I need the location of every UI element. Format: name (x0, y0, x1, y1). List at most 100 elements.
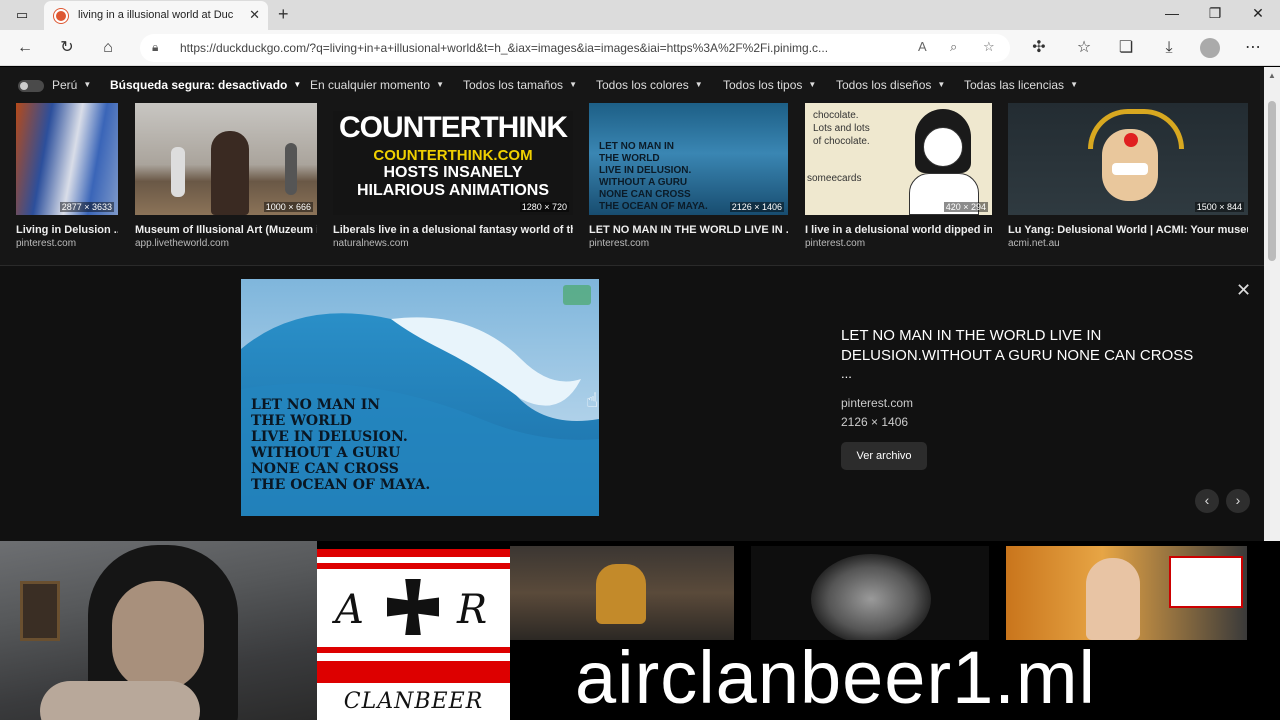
detail-dimensions: 2126 × 1406 (841, 415, 909, 429)
clan-logo: A R CLANBEER (317, 549, 510, 720)
safe-search-filter[interactable]: Búsqueda segura: desactivado ▼ (110, 78, 301, 92)
more-menu-icon[interactable]: ⋯ (1242, 38, 1264, 58)
brand-watermark: airclanbeer1.ml (575, 636, 1096, 719)
profile-avatar[interactable] (1200, 38, 1220, 58)
back-icon[interactable]: ← (14, 38, 36, 58)
image-dimensions: 1500 × 844 (1194, 202, 1244, 212)
image-text: HOSTS INSANELY (383, 164, 523, 181)
image-dimensions: 2126 × 1406 (729, 202, 784, 212)
tab-close-icon[interactable]: ✕ (249, 7, 260, 23)
chevron-down-icon: ▼ (694, 80, 703, 89)
downloads-icon[interactable]: ⤓ (1158, 38, 1180, 58)
image-text: WITHOUT A GURU (251, 445, 401, 461)
license-filter[interactable]: Todas las licencias ▼ (964, 78, 1078, 92)
image-result-source: app.livetheworld.com (135, 238, 229, 249)
image-text: COUNTERTHINK (339, 111, 568, 144)
read-aloud-icon[interactable]: A (918, 39, 927, 54)
favorites-icon[interactable]: ☆ (1073, 38, 1095, 58)
image-filter-bar: Perú ▼ Búsqueda segura: desactivado ▼ En c… (0, 67, 1264, 103)
image-text: THE WORLD (599, 153, 660, 164)
image-text: HILARIOUS ANIMATIONS (357, 182, 549, 199)
scroll-up-icon[interactable]: ▲ (1268, 71, 1276, 80)
image-result-thumbnail[interactable] (751, 546, 989, 640)
url-text[interactable]: https://duckduckgo.com/?q=living+in+a+il… (180, 41, 910, 55)
duckduckgo-favicon-icon (54, 9, 68, 23)
image-result-thumbnail[interactable]: 2877 × 3633 (16, 103, 118, 215)
new-tab-icon[interactable]: + (278, 4, 289, 25)
lock-icon[interactable]: 🔒︎ (152, 40, 158, 55)
image-text: THE OCEAN OF MAYA. (251, 477, 431, 493)
image-text: LET NO MAN IN (251, 397, 381, 413)
image-result-title[interactable]: Liberals live in a delusional fantasy wo… (333, 224, 573, 236)
tab-title: living in a illusional world at Duc (78, 9, 234, 21)
image-result-thumbnail[interactable]: chocolate. Lots and lots of chocolate. s… (805, 103, 992, 215)
maximize-icon[interactable]: ❐ (1205, 5, 1225, 22)
image-text: LIVE IN DELUSION. (599, 165, 692, 176)
image-result-title[interactable]: Living in Delusion ... (16, 224, 118, 236)
tab-actions-icon[interactable]: ▭ (12, 6, 32, 24)
webcam-overlay (0, 541, 317, 720)
window-close-icon[interactable]: ✕ (1248, 5, 1268, 22)
image-result-thumbnail[interactable]: LET NO MAN IN THE WORLD LIVE IN DELUSION… (589, 103, 788, 215)
layout-filter[interactable]: Todos los diseños ▼ (836, 78, 945, 92)
detail-title-ellipsis: ... (841, 366, 852, 381)
image-result-source: pinterest.com (16, 238, 77, 249)
browser-toolbar: ← ↻ ⌂ 🔒︎ https://duckduckgo.com/?q=livin… (0, 30, 1280, 66)
image-text: chocolate. (813, 110, 859, 121)
browser-tab[interactable]: living in a illusional world at Duc ✕ (44, 1, 268, 30)
chevron-down-icon: ▼ (436, 80, 444, 89)
image-result-source: pinterest.com (589, 238, 650, 249)
image-text: THE OCEAN OF MAYA. (599, 201, 708, 212)
image-result-title[interactable]: LET NO MAN IN THE WORLD LIVE IN ... (589, 224, 788, 236)
time-filter[interactable]: En cualquier momento ▼ (310, 78, 444, 92)
image-text: NONE CAN CROSS (251, 461, 399, 477)
chevron-down-icon: ▼ (83, 80, 92, 89)
image-result-title[interactable]: Museum of Illusional Art (Muzeum i... (135, 224, 317, 236)
image-result-title[interactable]: Lu Yang: Delusional World | ACMI: Your m… (1008, 224, 1248, 236)
favorite-add-icon[interactable]: ☆ (983, 39, 995, 55)
image-result-source: pinterest.com (805, 238, 866, 249)
image-text: THE WORLD (251, 413, 352, 429)
chevron-down-icon: ▼ (808, 80, 817, 89)
size-filter[interactable]: Todos los tamaños ▼ (463, 78, 577, 92)
image-result-thumbnail[interactable]: COUNTERTHINK COUNTERTHINK.COM HOSTS INSA… (333, 103, 573, 215)
image-dimensions: 2877 × 3633 (59, 202, 114, 212)
color-filter[interactable]: Todos los colores ▼ (596, 78, 703, 92)
detail-title[interactable]: LET NO MAN IN THE WORLD LIVE IN DELUSION… (841, 326, 1211, 366)
image-result-thumbnail[interactable]: 1500 × 844 (1008, 103, 1248, 215)
image-result-title[interactable]: I live in a delusional world dipped in..… (805, 224, 992, 236)
chevron-down-icon: ▼ (293, 80, 302, 89)
chevron-down-icon: ▼ (1070, 80, 1078, 89)
tab-strip: ▭ living in a illusional world at Duc ✕ … (0, 0, 1280, 30)
region-filter[interactable]: Perú ▼ (52, 78, 91, 92)
image-detail-panel: LET NO MAN IN THE WORLD LIVE IN DELUSION… (0, 265, 1264, 541)
image-dimensions: 1000 × 666 (263, 202, 313, 212)
home-icon[interactable]: ⌂ (97, 38, 119, 58)
reload-icon[interactable]: ↻ (56, 38, 78, 58)
image-result-source: naturalnews.com (333, 238, 409, 249)
image-text: of chocolate. (813, 136, 870, 147)
detail-image[interactable]: LET NO MAN IN THE WORLD LIVE IN DELUSION… (241, 279, 599, 516)
region-toggle[interactable] (18, 80, 44, 92)
image-text: Lots and lots (813, 123, 870, 134)
image-result-thumbnail[interactable] (1006, 546, 1247, 640)
image-text: LET NO MAN IN (599, 141, 674, 152)
view-file-button[interactable]: Ver archivo (841, 442, 927, 470)
image-result-thumbnail[interactable]: 1000 × 666 (135, 103, 317, 215)
logo-letter: R (457, 587, 488, 633)
address-bar[interactable]: 🔒︎ https://duckduckgo.com/?q=living+in+a… (140, 34, 1010, 62)
image-text: NONE CAN CROSS (599, 189, 691, 200)
image-result-thumbnail[interactable] (510, 546, 734, 640)
minimize-icon[interactable]: — (1162, 5, 1182, 21)
logo-letter: A (335, 587, 364, 633)
close-detail-icon[interactable]: ✕ (1236, 280, 1251, 301)
next-image-icon[interactable]: › (1226, 489, 1250, 513)
image-text: LIVE IN DELUSION. (251, 429, 408, 445)
chevron-down-icon: ▼ (937, 80, 946, 89)
zoom-icon[interactable]: ⌕ (950, 39, 957, 55)
extensions-icon[interactable]: ✣ (1028, 38, 1050, 58)
previous-image-icon[interactable]: ‹ (1195, 489, 1219, 513)
scroll-thumb[interactable] (1268, 101, 1276, 261)
collections-icon[interactable]: ❏ (1115, 38, 1137, 58)
type-filter[interactable]: Todos los tipos ▼ (723, 78, 816, 92)
